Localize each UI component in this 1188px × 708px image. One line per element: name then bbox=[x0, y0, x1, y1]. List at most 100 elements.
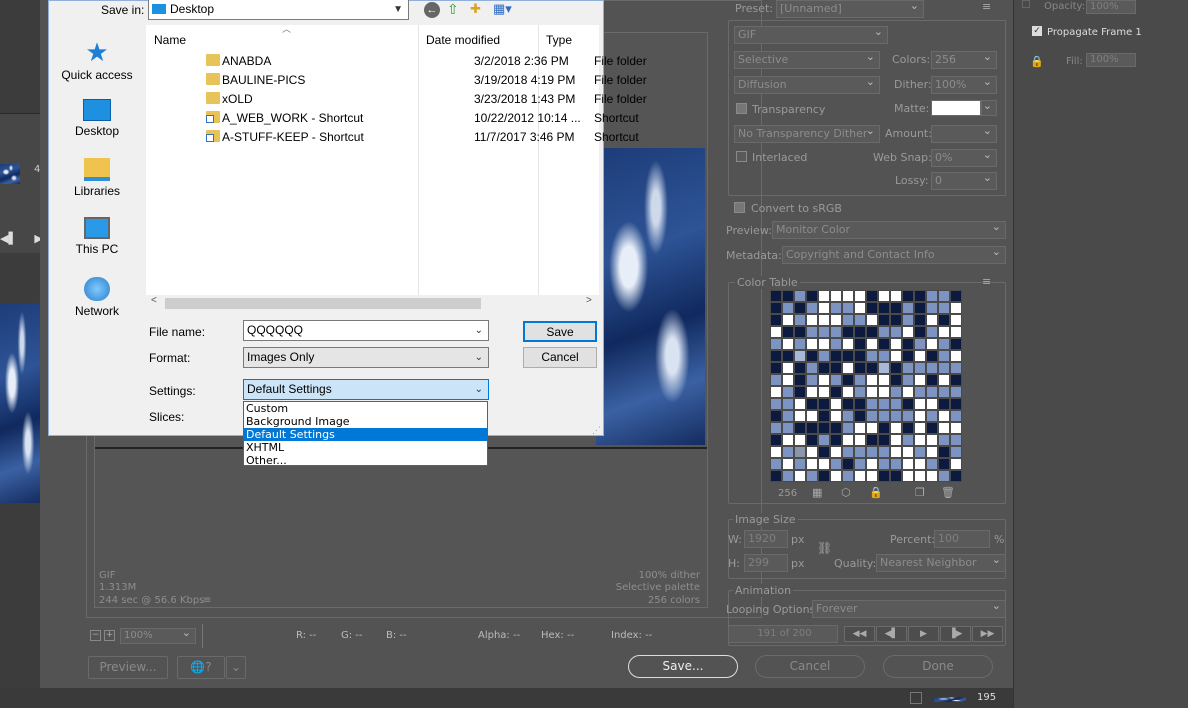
lock-icon[interactable]: 🔒 bbox=[1030, 55, 1044, 68]
color-swatch[interactable] bbox=[926, 314, 938, 326]
last-frame-button[interactable]: ▶▶ bbox=[972, 626, 1003, 642]
color-swatch[interactable] bbox=[878, 362, 890, 374]
color-swatch[interactable] bbox=[854, 338, 866, 350]
frame-thumbnail[interactable] bbox=[0, 164, 20, 184]
color-swatch[interactable] bbox=[890, 386, 902, 398]
color-swatch[interactable] bbox=[950, 290, 962, 302]
color-swatch[interactable] bbox=[890, 374, 902, 386]
color-swatch[interactable] bbox=[854, 350, 866, 362]
color-swatch[interactable] bbox=[818, 470, 830, 482]
color-swatch[interactable] bbox=[950, 446, 962, 458]
cube-icon[interactable]: ⬡ bbox=[841, 486, 851, 499]
color-swatch[interactable] bbox=[890, 326, 902, 338]
color-swatch[interactable] bbox=[926, 422, 938, 434]
color-swatch[interactable] bbox=[842, 374, 854, 386]
color-swatch[interactable] bbox=[902, 362, 914, 374]
color-swatch[interactable] bbox=[854, 386, 866, 398]
color-swatch[interactable] bbox=[950, 434, 962, 446]
color-swatch[interactable] bbox=[914, 374, 926, 386]
color-swatch[interactable] bbox=[950, 302, 962, 314]
trash-icon[interactable]: 🗑 bbox=[941, 486, 955, 499]
color-swatch[interactable] bbox=[902, 374, 914, 386]
transparency-dither-select[interactable]: No Transparency Dither bbox=[734, 123, 880, 143]
save-button[interactable]: Save... bbox=[628, 655, 738, 678]
color-swatch[interactable] bbox=[842, 398, 854, 410]
color-swatch[interactable] bbox=[890, 302, 902, 314]
color-swatch[interactable] bbox=[782, 470, 794, 482]
color-swatch[interactable] bbox=[878, 470, 890, 482]
color-swatch[interactable] bbox=[938, 314, 950, 326]
color-swatch[interactable] bbox=[770, 386, 782, 398]
color-swatch[interactable] bbox=[794, 290, 806, 302]
color-swatch[interactable] bbox=[866, 290, 878, 302]
color-swatch[interactable] bbox=[818, 458, 830, 470]
color-swatch[interactable] bbox=[770, 434, 782, 446]
next-frame-button[interactable]: ▐▶ bbox=[940, 626, 971, 642]
color-swatch[interactable] bbox=[950, 470, 962, 482]
color-swatch[interactable] bbox=[938, 422, 950, 434]
color-swatch[interactable] bbox=[854, 470, 866, 482]
color-swatch[interactable] bbox=[806, 338, 818, 350]
color-swatch[interactable] bbox=[806, 446, 818, 458]
color-swatch[interactable] bbox=[830, 434, 842, 446]
color-swatch[interactable] bbox=[782, 446, 794, 458]
preview-select[interactable]: Monitor Color bbox=[772, 219, 1006, 239]
color-swatch[interactable] bbox=[890, 290, 902, 302]
color-swatch[interactable] bbox=[854, 446, 866, 458]
color-swatch[interactable] bbox=[782, 350, 794, 362]
save-in-combo[interactable]: Desktop ▼ bbox=[148, 0, 409, 20]
color-swatch[interactable] bbox=[938, 362, 950, 374]
zoom-select[interactable]: 100% bbox=[120, 626, 196, 644]
color-swatch[interactable] bbox=[770, 326, 782, 338]
color-swatch[interactable] bbox=[854, 326, 866, 338]
color-swatch[interactable] bbox=[878, 434, 890, 446]
color-swatch[interactable] bbox=[938, 470, 950, 482]
color-swatch[interactable] bbox=[902, 326, 914, 338]
color-swatch[interactable] bbox=[806, 410, 818, 422]
color-swatch[interactable] bbox=[926, 338, 938, 350]
color-swatch[interactable] bbox=[806, 398, 818, 410]
color-swatch[interactable] bbox=[794, 374, 806, 386]
color-swatch[interactable] bbox=[902, 434, 914, 446]
color-swatch[interactable] bbox=[806, 386, 818, 398]
color-swatch[interactable] bbox=[830, 458, 842, 470]
color-swatch[interactable] bbox=[854, 410, 866, 422]
color-swatch[interactable] bbox=[866, 338, 878, 350]
color-swatch[interactable] bbox=[770, 470, 782, 482]
color-swatch[interactable] bbox=[806, 302, 818, 314]
color-swatch[interactable] bbox=[854, 314, 866, 326]
color-swatch[interactable] bbox=[878, 326, 890, 338]
scroll-right-icon[interactable]: > bbox=[586, 295, 592, 306]
color-swatch[interactable] bbox=[782, 326, 794, 338]
color-swatch[interactable] bbox=[902, 350, 914, 362]
color-swatch[interactable] bbox=[902, 410, 914, 422]
color-swatch[interactable] bbox=[806, 374, 818, 386]
color-swatch[interactable] bbox=[950, 362, 962, 374]
file-cancel-button[interactable]: Cancel bbox=[523, 347, 597, 368]
color-swatch[interactable] bbox=[926, 374, 938, 386]
color-swatch[interactable] bbox=[806, 422, 818, 434]
new-folder-icon[interactable]: ✚ bbox=[470, 1, 481, 17]
color-swatch[interactable] bbox=[830, 326, 842, 338]
color-swatch[interactable] bbox=[830, 362, 842, 374]
color-swatch[interactable] bbox=[818, 422, 830, 434]
color-swatch[interactable] bbox=[818, 410, 830, 422]
color-swatch[interactable] bbox=[806, 290, 818, 302]
color-swatch[interactable] bbox=[902, 290, 914, 302]
color-swatch[interactable] bbox=[890, 398, 902, 410]
opacity-field[interactable]: 100% bbox=[1086, 0, 1136, 14]
color-swatch[interactable] bbox=[926, 434, 938, 446]
column-header-name[interactable]: Name bbox=[154, 33, 186, 47]
color-swatch[interactable] bbox=[806, 458, 818, 470]
dropdown-option[interactable]: Background Image bbox=[244, 415, 487, 428]
color-swatch[interactable] bbox=[866, 446, 878, 458]
color-swatch[interactable] bbox=[914, 290, 926, 302]
looping-select[interactable]: Forever bbox=[812, 598, 1006, 618]
color-swatch[interactable] bbox=[818, 374, 830, 386]
dropdown-option[interactable]: Custom bbox=[244, 402, 487, 415]
color-swatch[interactable] bbox=[878, 410, 890, 422]
color-swatch[interactable] bbox=[818, 338, 830, 350]
color-swatch[interactable] bbox=[770, 362, 782, 374]
color-swatch[interactable] bbox=[902, 314, 914, 326]
color-swatch[interactable] bbox=[830, 350, 842, 362]
